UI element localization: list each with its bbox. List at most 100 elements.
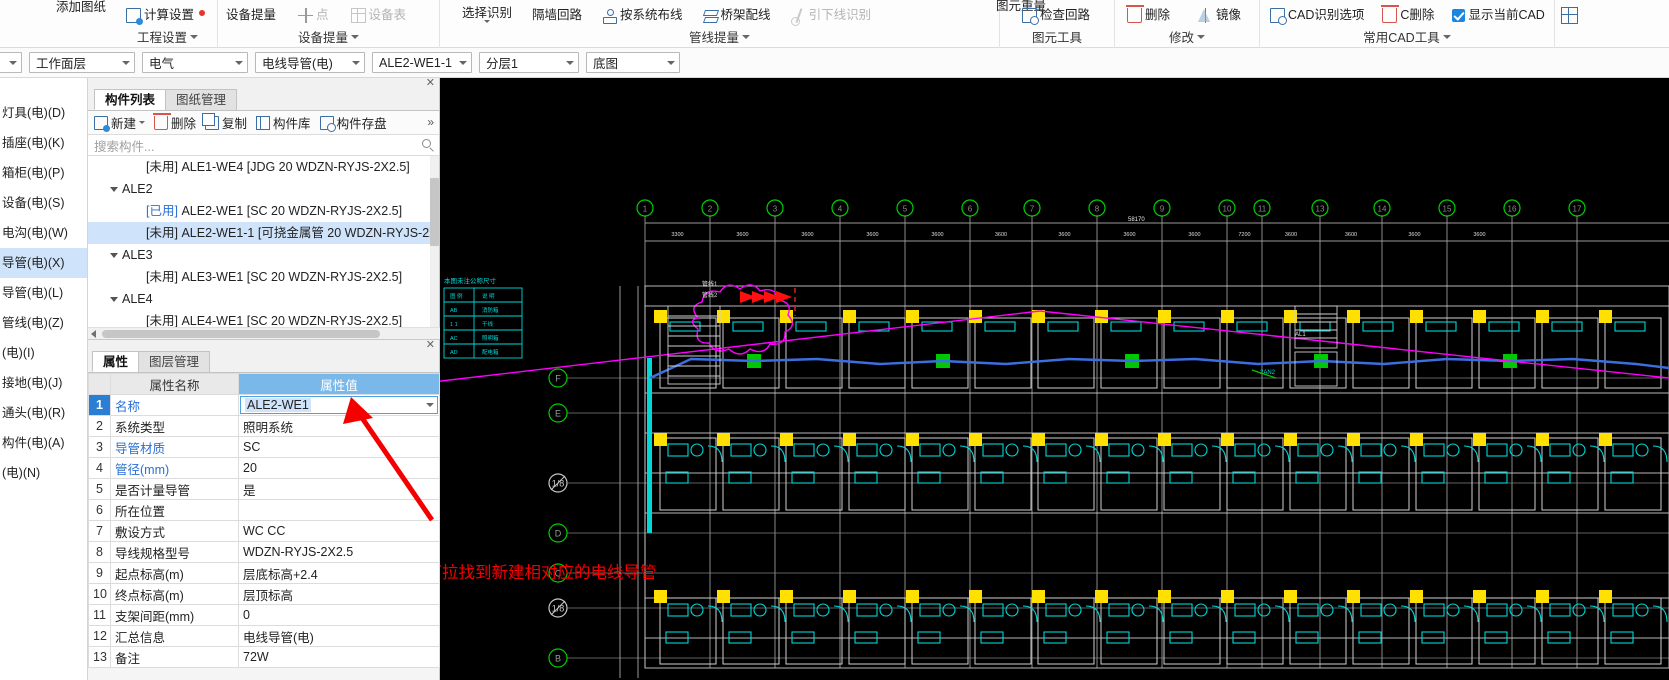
tree-item[interactable]: [未用] ALE2-WE1-1 [可挠金属管 20 WDZN-RYJS-2X [88, 222, 439, 244]
property-value-cell[interactable]: 是 [238, 478, 440, 500]
chevron-down-icon[interactable] [459, 60, 467, 65]
discipline-combo[interactable]: 电气 [142, 52, 248, 73]
delete-component-button[interactable]: 删除 [153, 112, 196, 132]
ribbon-button-delete[interactable]: 删除 [1126, 4, 1170, 23]
work-layer-combo[interactable]: 工作面层 [29, 52, 135, 73]
nav-item-3[interactable]: 设备(电)(S) [0, 188, 87, 218]
ribbon-button-grid-edit[interactable] [1561, 6, 1578, 24]
ribbon-button-add-drawing[interactable]: 添加图纸 [56, 1, 106, 14]
tab-layer-management[interactable]: 图层管理 [138, 351, 211, 372]
chevron-down-icon[interactable] [484, 19, 490, 23]
search-component-input[interactable]: 搜索构件... [88, 135, 439, 156]
chevron-down-icon[interactable] [742, 34, 750, 39]
scrollbar-thumb[interactable] [430, 178, 439, 246]
component-combo[interactable]: ALE2-WE1-1 [372, 52, 472, 73]
chevron-down-icon[interactable] [352, 60, 360, 65]
property-row[interactable]: 12 汇总信息 电线导管(电) [88, 625, 440, 647]
tree-item[interactable]: ALE2 [88, 178, 439, 200]
close-icon[interactable]: ✕ [426, 78, 435, 89]
ribbon-button-cad-recognize-options[interactable]: CAD识别选项 [1270, 7, 1364, 25]
new-component-button[interactable]: 新建 [94, 113, 146, 132]
ribbon-group-caption-cad-tools[interactable]: 常用CAD工具 [1260, 27, 1554, 46]
property-value-cell[interactable]: 72W [238, 646, 440, 668]
tree-item[interactable]: [未用] ALE3-WE1 [SC 20 WDZN-RYJS-2X2.5] [88, 266, 439, 288]
ribbon-button-tray-wiring[interactable]: 桥架配线 [703, 8, 771, 23]
property-row[interactable]: 8 导线规格型号 WDZN-RYJS-2X2.5 [88, 541, 440, 563]
ribbon-group-caption-element-tools[interactable]: 图元工具 [1000, 27, 1114, 46]
property-row[interactable]: 4 管径(mm) 20 [88, 457, 440, 479]
tree-item[interactable]: ALE3 [88, 244, 439, 266]
nav-item-0[interactable]: 灯具(电)(D) [0, 98, 87, 128]
chevron-down-icon[interactable] [190, 34, 198, 39]
cad-drawing-canvas[interactable]: 1 2 3 4 5 6 7 8 9 10 11 13 14 15 16 17 3300 3600 3600 3600… [440, 78, 1669, 680]
scroll-left-icon[interactable] [91, 330, 96, 338]
component-tree-hscrollbar[interactable] [88, 327, 440, 339]
tree-item[interactable]: [未用] ALE4-WE1 [SC 20 WDZN-RYJS-2X2.5] [88, 310, 439, 327]
ribbon-button-downlead-recognize[interactable]: 引下线识别 [790, 8, 871, 26]
ribbon-button-check-loop[interactable]: 检查回路 [1022, 7, 1090, 25]
chevron-down-icon[interactable] [110, 187, 118, 193]
property-row[interactable]: 11 支架间距(mm) 0 [88, 604, 440, 626]
property-row[interactable]: 5 是否计量导管是 [88, 478, 440, 500]
nav-item-7[interactable]: 管线(电)(Z) [0, 308, 87, 338]
property-value-cell[interactable]: 0 [238, 604, 440, 626]
nav-item-2[interactable]: 箱柜(电)(P) [0, 158, 87, 188]
property-row[interactable]: 3 导管材质 SC [88, 436, 440, 458]
level-combo[interactable] [0, 52, 22, 73]
property-row[interactable]: 9 起点标高(m) 层底标高+2.4 [88, 562, 440, 584]
copy-component-button[interactable]: 复制 [202, 112, 247, 132]
nav-item-11[interactable]: 构件(电)(A) [0, 428, 87, 458]
chevron-down-icon[interactable] [122, 60, 130, 65]
chevron-down-icon[interactable] [1442, 34, 1451, 39]
ribbon-button-partition-loop[interactable]: 隔墙回路 [532, 9, 582, 22]
close-icon[interactable]: ✕ [426, 340, 435, 351]
chevron-down-icon[interactable] [9, 60, 17, 65]
ribbon-button-system-wiring[interactable]: 按系统布线 [602, 8, 683, 24]
property-row[interactable]: 1 名称 ALE2-WE1 [88, 394, 440, 416]
nav-item-8[interactable]: (电)(I) [0, 338, 87, 368]
property-value-cell[interactable]: 层顶标高 [238, 583, 440, 605]
ribbon-button-device-table[interactable]: 设备表 [350, 7, 406, 23]
ribbon-button-device-qty[interactable]: 设备提量 [226, 9, 276, 22]
property-value-cell[interactable]: WC CC [238, 520, 440, 542]
property-row[interactable]: 13 备注 72W [88, 646, 440, 668]
search-icon[interactable] [422, 139, 431, 148]
property-row[interactable]: 10 终点标高(m) 层顶标高 [88, 583, 440, 605]
ribbon-group-caption-pipe-qty[interactable]: 管线提量 [440, 27, 999, 46]
property-value-cell[interactable] [238, 499, 440, 521]
expand-panel-button[interactable]: » [427, 115, 434, 129]
ribbon-group-caption-project-settings[interactable]: 工程设置 [118, 27, 217, 46]
chevron-down-icon[interactable] [566, 60, 574, 65]
property-row[interactable]: 2 系统类型 照明系统 [88, 415, 440, 437]
tree-item[interactable]: [已用] ALE2-WE1 [SC 20 WDZN-RYJS-2X2.5] [88, 200, 439, 222]
component-save-button[interactable]: 构件存盘 [319, 113, 387, 132]
tab-drawing-management[interactable]: 图纸管理 [165, 89, 238, 110]
chevron-down-icon[interactable] [139, 121, 146, 124]
nav-item-10[interactable]: 通头(电)(R) [0, 398, 87, 428]
tab-component-list[interactable]: 构件列表 [94, 89, 167, 110]
checkbox-checked-icon[interactable] [1452, 8, 1466, 22]
ribbon-button-point[interactable]: 点 [298, 7, 329, 23]
component-library-button[interactable]: 构件库 [256, 113, 311, 132]
component-tree-vscrollbar[interactable] [430, 156, 439, 327]
layer-combo[interactable]: 分层1 [479, 52, 579, 73]
element-type-combo[interactable]: 电线导管(电) [255, 52, 365, 73]
basemap-combo[interactable]: 底图 [586, 52, 680, 73]
tab-properties[interactable]: 属性 [92, 351, 140, 372]
ribbon-button-calc-settings[interactable]: 计算设置 [126, 7, 206, 25]
chevron-down-icon[interactable] [110, 297, 118, 303]
chevron-down-icon[interactable] [426, 403, 434, 407]
ribbon-checkbox-show-current-cad[interactable]: 显示当前CAD [1452, 8, 1545, 22]
tree-item[interactable]: ALE4 [88, 288, 439, 310]
tree-item[interactable]: [未用] ALE1-WE4 [JDG 20 WDZN-RYJS-2X2.5] [88, 156, 439, 178]
property-value-cell[interactable]: SC [238, 436, 440, 458]
property-value-cell[interactable]: WDZN-RYJS-2X2.5 [238, 541, 440, 563]
nav-item-9[interactable]: 接地(电)(J) [0, 368, 87, 398]
property-value-cell[interactable]: ALE2-WE1 [238, 394, 440, 416]
ribbon-button-c-delete[interactable]: C删除 [1381, 4, 1434, 23]
ribbon-group-caption-device-qty[interactable]: 设备提量 [218, 27, 439, 46]
property-value-cell[interactable]: 层底标高+2.4 [238, 562, 440, 584]
nav-item-1[interactable]: 插座(电)(K) [0, 128, 87, 158]
nav-item-5[interactable]: 导管(电)(X) [0, 248, 87, 278]
ribbon-button-mirror[interactable]: 镜像 [1198, 7, 1241, 23]
